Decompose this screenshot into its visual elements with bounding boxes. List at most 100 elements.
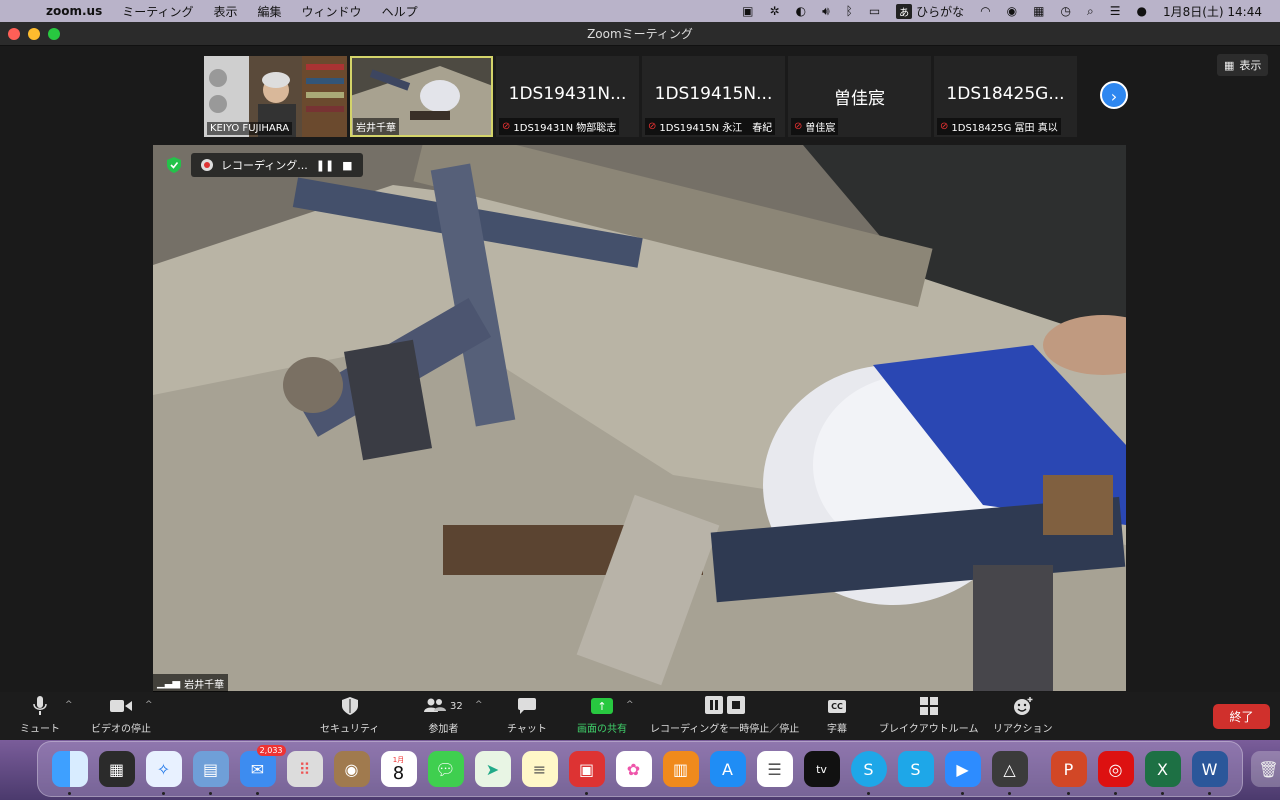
reactions-button[interactable]: リアクション — [993, 696, 1053, 735]
fullscreen-window-button[interactable] — [48, 28, 60, 40]
skype-for-business-icon[interactable]: S — [897, 751, 934, 787]
participant-tile[interactable]: KEIYO FUJIHARA — [204, 56, 347, 137]
security-button[interactable]: セキュリティ — [320, 696, 379, 735]
zoom-app-icon[interactable]: ▶ — [944, 751, 981, 795]
minimize-window-button[interactable] — [28, 28, 40, 40]
control-center-icon[interactable]: ☰ — [1102, 4, 1129, 18]
menu-item-edit[interactable]: 編集 — [248, 3, 292, 20]
breakout-rooms-button[interactable]: ブレイクアウトルーム — [879, 696, 979, 735]
trend-micro-icon[interactable]: ◎ — [1097, 751, 1134, 795]
chat-button[interactable]: チャット — [507, 696, 547, 735]
menu-item-view[interactable]: 表示 — [204, 3, 248, 20]
participants-button[interactable]: 32 参加者 — [424, 696, 463, 735]
books-icon[interactable]: ▥ — [662, 751, 699, 787]
finder-icon[interactable] — [51, 751, 88, 795]
window-title: Zoomミーティング — [587, 27, 693, 41]
security-label: セキュリティ — [320, 724, 380, 735]
muted-mic-icon: ⊘ — [794, 121, 803, 132]
close-window-button[interactable] — [8, 28, 20, 40]
mail-unread-badge: 2,033 — [256, 745, 286, 756]
security-shield-icon — [341, 696, 358, 716]
launchpad-icon[interactable]: ⠿ — [286, 751, 323, 787]
menu-app-name[interactable]: zoom.us — [36, 4, 112, 18]
calendar-icon[interactable]: 1月 8 — [380, 751, 417, 787]
recording-control-button[interactable]: レコーディングを一時停止／停止 — [650, 695, 799, 735]
meeting-toolbar: ミュート ^ ビデオの停止 ^ セキュリティ 32 参加者 ^ チャット ↑ 画… — [0, 692, 1280, 740]
spotlight-search-icon[interactable]: ⌕ — [1079, 4, 1102, 19]
mute-options-chevron-icon[interactable]: ^ — [65, 700, 73, 710]
menu-item-meeting[interactable]: ミーティング — [112, 3, 203, 20]
participant-name: 曽佳宸 — [805, 123, 836, 134]
mute-button[interactable]: ミュート — [20, 696, 60, 735]
smiley-plus-icon — [1013, 696, 1033, 716]
participants-count: 32 — [450, 700, 463, 712]
menu-item-help[interactable]: ヘルプ — [372, 3, 428, 20]
notification-app-icon[interactable]: ◐ — [788, 4, 814, 18]
participant-name-caption: ⊘ 1DS19415N 永江 春紀 — [645, 118, 776, 135]
menu-item-window[interactable]: ウィンドウ — [292, 3, 372, 20]
participant-name-caption: 岩井千華 — [353, 118, 399, 135]
trash-icon[interactable]: 🗑︎ — [1250, 751, 1280, 787]
chevron-right-icon[interactable]: › — [1100, 81, 1128, 109]
mail-icon[interactable]: ✉ 2,033 — [239, 745, 286, 795]
window-titlebar: Zoomミーティング — [0, 22, 1280, 46]
screen-share-status-icon[interactable]: ✲ — [762, 4, 788, 18]
contacts-icon[interactable]: ◉ — [333, 751, 370, 787]
app-store-icon[interactable]: A — [709, 751, 746, 787]
menu-clock[interactable]: 1月8日(土) 14:44 — [1155, 3, 1270, 20]
safari-icon[interactable]: ✧ — [145, 751, 182, 795]
view-toggle-button[interactable]: ▦ 表示 — [1217, 54, 1269, 76]
google-drive-icon[interactable]: △ — [991, 751, 1028, 795]
apple-tv-icon[interactable]: tv — [803, 751, 840, 787]
siri-icon[interactable]: ● — [1128, 4, 1154, 18]
participant-name-caption: ⊘ 曽佳宸 — [791, 118, 839, 135]
share-options-chevron-icon[interactable]: ^ — [626, 700, 634, 710]
video-options-chevron-icon[interactable]: ^ — [145, 700, 153, 710]
share-screen-button[interactable]: ↑ 画面の共有 — [577, 696, 627, 735]
mission-control-icon[interactable]: ▦ — [98, 751, 135, 787]
microphone-icon — [33, 696, 47, 716]
stop-video-button[interactable]: ビデオの停止 — [91, 696, 151, 735]
skype-icon[interactable]: S — [850, 751, 887, 795]
captions-button[interactable]: CC 字幕 — [827, 696, 847, 735]
messages-icon[interactable]: 💬︎ — [427, 751, 464, 787]
reminders-icon[interactable]: ☰ — [756, 751, 793, 787]
word-icon[interactable]: W — [1191, 751, 1228, 795]
wifi-icon[interactable]: ◠ — [972, 4, 998, 18]
notes-icon[interactable]: ≡ — [521, 751, 558, 787]
participant-strip: KEIYO FUJIHARA 岩井千華 1DS19431N... ⊘ 1DS194… — [204, 56, 1077, 137]
mute-label: ミュート — [20, 724, 60, 735]
powerpoint-icon[interactable]: P — [1050, 751, 1087, 795]
pause-recording-icon[interactable]: ❚❚ — [316, 159, 334, 172]
recording-label: レコーディング... — [221, 159, 308, 172]
participants-options-chevron-icon[interactable]: ^ — [475, 700, 483, 710]
participant-tile[interactable]: 1DS19431N... ⊘ 1DS19431N 物部聡志 — [496, 56, 639, 137]
screen: { "menubar": { "app_name": "zoom.us", "i… — [0, 0, 1280, 800]
stop-recording-icon[interactable]: ■ — [342, 159, 352, 172]
battery-icon[interactable]: ▭ — [861, 4, 888, 18]
speaker-video-frame — [153, 145, 1126, 691]
end-meeting-button[interactable]: 終了 — [1213, 704, 1270, 729]
zoom-status-icon[interactable]: ▣ — [734, 4, 761, 18]
main-video — [153, 145, 1126, 691]
participant-tile-active-speaker[interactable]: 岩井千華 — [350, 56, 493, 137]
participant-tile[interactable]: 1DS19415N... ⊘ 1DS19415N 永江 春紀 — [642, 56, 785, 137]
excel-icon[interactable]: X — [1144, 751, 1181, 795]
encryption-shield-icon[interactable] — [163, 154, 185, 176]
participant-tile[interactable]: 曽佳宸 ⊘ 曽佳宸 — [788, 56, 931, 137]
maps-icon[interactable]: ➤ — [474, 751, 511, 787]
volume-icon[interactable]: 🔊︎ — [814, 4, 838, 19]
participant-display-name: 曽佳宸 — [834, 89, 885, 109]
preview-icon[interactable]: ▤ — [192, 751, 229, 795]
photo-booth-icon[interactable]: ▣ — [568, 751, 605, 795]
macos-dock: ▦ ✧ ▤ ✉ 2,033 ⠿ ◉ 1月 8 💬︎ ➤ ≡ ▣ ✿ ▥ A ☰ tv… — [37, 741, 1280, 797]
participant-name-caption: KEIYO FUJIHARA — [207, 122, 293, 135]
keyboard-icon[interactable]: ▦ — [1025, 4, 1052, 18]
share-screen-label: 画面の共有 — [577, 724, 627, 735]
bluetooth-icon[interactable]: ᛒ — [838, 4, 861, 18]
input-method-menu[interactable]: あひらがな — [888, 3, 972, 20]
participant-tile[interactable]: 1DS18425G... ⊘ 1DS18425G 冨田 真以 — [934, 56, 1077, 137]
user-icon[interactable]: ◉ — [999, 4, 1025, 18]
photos-icon[interactable]: ✿ — [615, 751, 652, 787]
time-machine-icon[interactable]: ◷ — [1053, 4, 1079, 18]
